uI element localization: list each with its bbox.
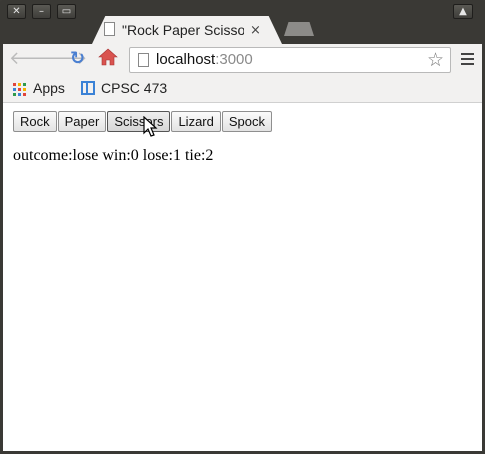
bookmark-star-icon[interactable]: ☆ — [427, 49, 444, 71]
tab-title: "Rock Paper Scissors — [122, 22, 244, 38]
tab-close-icon[interactable]: × — [250, 23, 261, 38]
page-icon — [104, 22, 115, 36]
apps-dot — [23, 88, 26, 91]
apps-dot — [23, 83, 26, 86]
reload-icon[interactable]: ↻ — [70, 49, 85, 69]
apps-dot — [23, 93, 26, 96]
spock-button[interactable]: Spock — [221, 111, 273, 132]
scissors-button[interactable]: Scissors — [107, 111, 171, 132]
game-status: outcome:lose win:0 lose:1 tie:2 — [13, 147, 214, 164]
window-minimize-icon[interactable]: – — [32, 4, 51, 19]
mouse-cursor-icon — [143, 116, 158, 137]
bookmarks-bar: Apps CPSC 473 — [3, 76, 482, 103]
tab-content: "Rock Paper Scissors × — [104, 18, 274, 42]
menu-icon[interactable] — [461, 53, 474, 68]
window-maximize-icon[interactable]: ▭ — [57, 4, 76, 19]
page-content: Rock Paper Scissors Lizard Spock outcome… — [3, 103, 482, 451]
apps-dot — [13, 93, 16, 96]
browser-window: ✕ – ▭ ▲ "Rock Paper Scissors × 🡐 🡒 ↻ loc… — [0, 0, 485, 454]
bookmark-cpsc-473[interactable]: CPSC 473 — [101, 80, 167, 96]
apps-dot — [13, 83, 16, 86]
apps-icon[interactable] — [13, 83, 26, 96]
apps-dot — [18, 88, 21, 91]
apps-dot — [18, 93, 21, 96]
rock-button[interactable]: Rock — [13, 111, 57, 132]
window-close-icon[interactable]: ✕ — [7, 4, 26, 19]
new-tab-button[interactable] — [284, 22, 314, 36]
lizard-button[interactable]: Lizard — [171, 111, 221, 132]
user-profile-icon[interactable]: ▲ — [453, 4, 473, 19]
paper-button[interactable]: Paper — [57, 111, 107, 132]
browser-toolbar: 🡐 🡒 ↻ localhost:3000 ☆ — [3, 44, 482, 76]
apps-dot — [13, 88, 16, 91]
home-icon[interactable] — [98, 47, 118, 72]
apps-dot — [18, 83, 21, 86]
bookmark-apps[interactable]: Apps — [33, 80, 65, 96]
bookmark-folder-icon — [81, 81, 95, 95]
page-info-icon[interactable] — [138, 53, 149, 67]
address-bar[interactable]: localhost:3000 ☆ — [129, 47, 451, 73]
url-text: localhost:3000 — [156, 51, 253, 68]
